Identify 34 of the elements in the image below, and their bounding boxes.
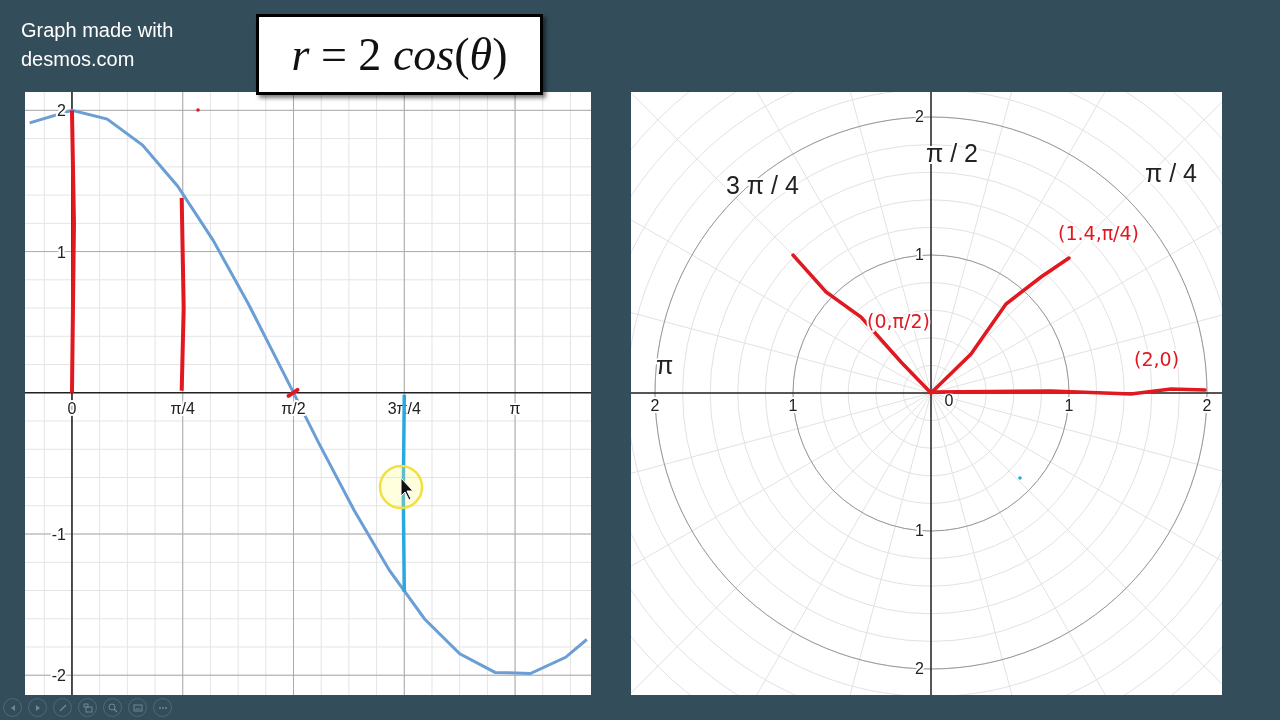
pointer-icon bbox=[400, 477, 414, 501]
angle-label: 3 π / 4 bbox=[726, 171, 799, 199]
axis-label: 2 bbox=[650, 397, 660, 414]
axis-label: 2 bbox=[57, 102, 66, 120]
ink-mark bbox=[286, 387, 300, 398]
axis-label: -2 bbox=[51, 667, 66, 685]
slides-icon bbox=[82, 702, 93, 713]
handwritten-note: (0,π/2) bbox=[867, 310, 930, 332]
axis-label: 2 bbox=[915, 660, 924, 677]
axis-label: -1 bbox=[51, 526, 66, 543]
axis-label: 2 bbox=[915, 108, 924, 125]
search-icon bbox=[107, 702, 118, 713]
angle-label: π bbox=[656, 351, 674, 379]
next-icon bbox=[33, 703, 42, 712]
formula: r = 2 cos(θ) bbox=[291, 28, 508, 81]
axis-label: 1 bbox=[788, 397, 798, 414]
axis-label: 2 bbox=[1202, 397, 1212, 414]
cursor-highlight bbox=[378, 464, 424, 510]
caption: Graph made with desmos.com bbox=[21, 18, 175, 72]
angle-label: π / 4 bbox=[1145, 159, 1197, 187]
axis-label: π bbox=[509, 399, 521, 417]
axis-label: 1 bbox=[1064, 397, 1074, 414]
axis-label: π/4 bbox=[170, 399, 195, 417]
handwritten-note: (2,0) bbox=[1134, 348, 1180, 370]
more-icon bbox=[157, 705, 168, 710]
axis-label: 0 bbox=[944, 392, 954, 409]
axis-label: 1 bbox=[915, 246, 924, 263]
ink-dot bbox=[1018, 476, 1022, 480]
ink-dot bbox=[196, 108, 200, 112]
handwritten-note: (1.4,π/4) bbox=[1058, 222, 1139, 244]
subtitles-icon bbox=[132, 702, 143, 713]
axis-label: 1 bbox=[57, 243, 66, 261]
pen-icon bbox=[57, 702, 68, 713]
axis-label: 1 bbox=[915, 522, 924, 539]
